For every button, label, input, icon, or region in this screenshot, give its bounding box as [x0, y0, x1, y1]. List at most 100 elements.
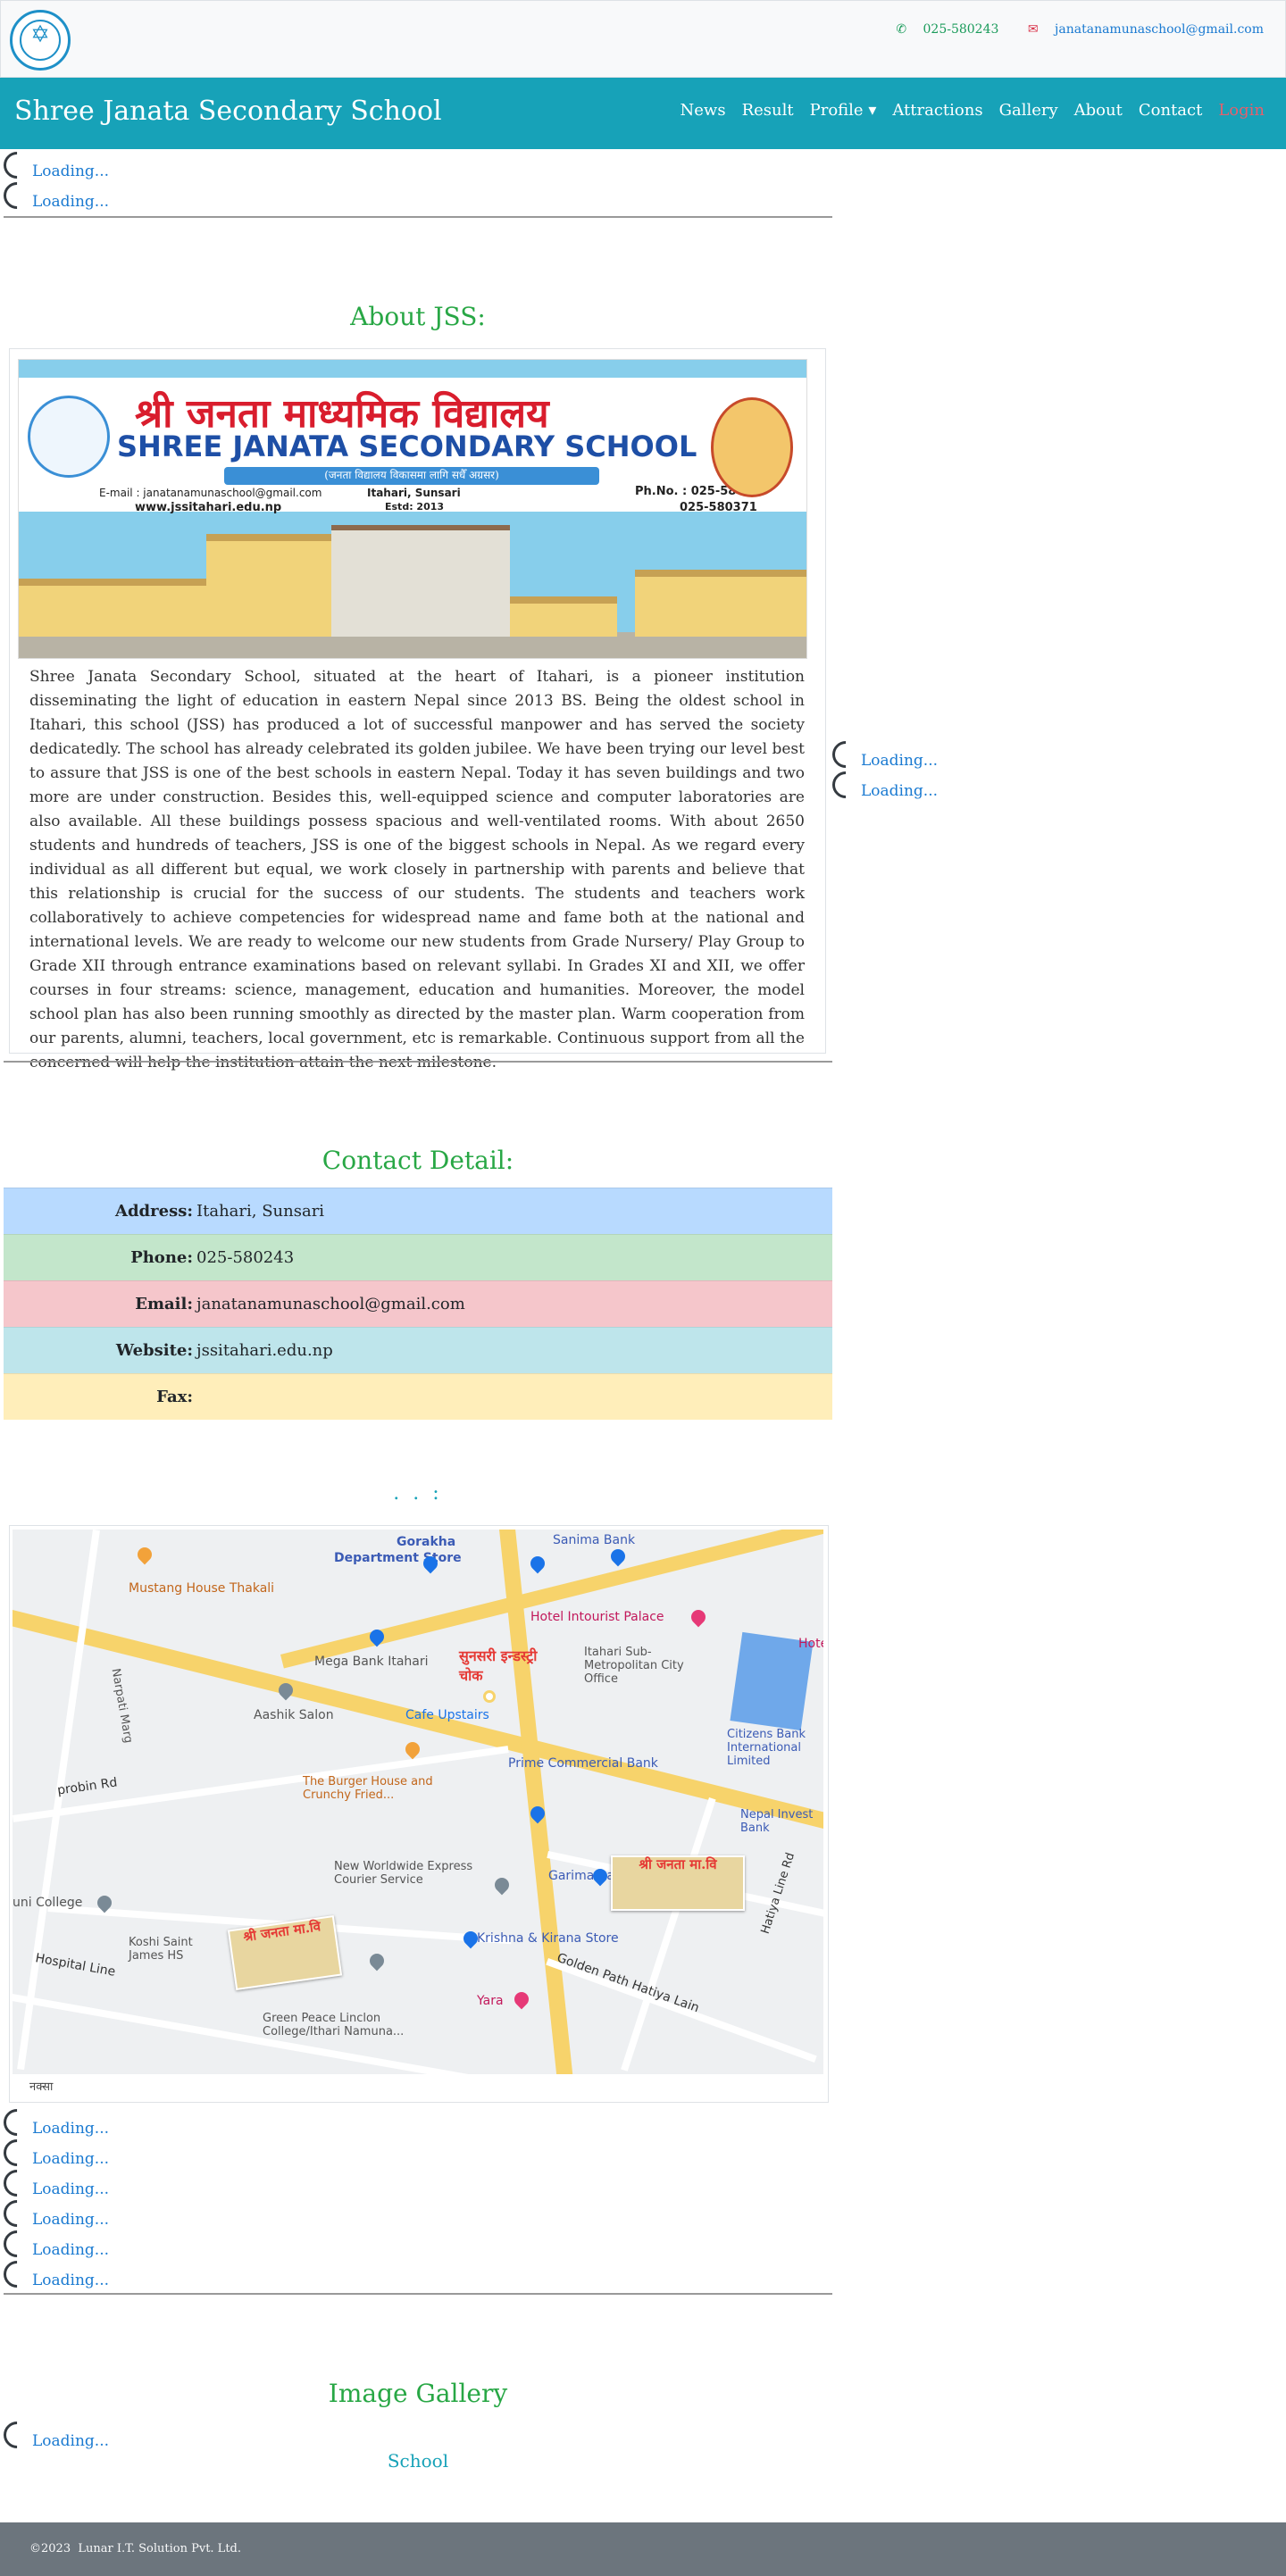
about-title: About JSS: [350, 302, 486, 331]
spinner-icon [0, 176, 37, 215]
loading-indicator: Loading... [0, 2255, 109, 2294]
school-emblem-icon [28, 396, 110, 478]
map-pin-icon[interactable] [134, 1544, 155, 1565]
map-label: probin Rd [56, 1775, 119, 1798]
map-pin-icon[interactable] [511, 1988, 532, 2010]
main-navbar: Shree Janata Secondary School News Resul… [0, 78, 1286, 149]
loading-indicator: Loading... [0, 2194, 109, 2233]
divider [4, 1061, 832, 1063]
map-label: The Burger House and Crunchy Fried... [303, 1775, 433, 1802]
spinner-icon [0, 2224, 37, 2263]
map-street [621, 1797, 716, 2072]
google-map[interactable]: Gorakha Department Store Sanima Bank Mus… [13, 1530, 823, 2074]
map-label: Citizens Bank International Limited [727, 1728, 806, 1768]
login-link[interactable]: Login [1218, 101, 1265, 120]
school-building [19, 579, 206, 637]
nav-item-about[interactable]: About [1074, 101, 1123, 120]
loading-indicator: Loading... [826, 735, 938, 774]
spinner-icon [826, 735, 865, 774]
map-label: Cafe Upstairs [405, 1708, 489, 1722]
banner-location: Itahari, Sunsari [367, 487, 461, 499]
map-pin-icon[interactable] [402, 1738, 423, 1760]
map-pin-icon[interactable] [491, 1874, 513, 1896]
spinner-icon [0, 2194, 37, 2233]
footer-company-link[interactable]: Lunar I.T. Solution Pvt. Ltd. [78, 2542, 241, 2555]
brand-link[interactable]: Shree Janata Secondary School [14, 96, 442, 127]
top-contact: ✆ 025-580243 ✉ janatanamunaschool@gmail.… [871, 22, 1264, 37]
map-label: Mega Bank Itahari [314, 1655, 429, 1669]
school-photo-marker[interactable]: श्री जनता मा.वि [227, 1914, 343, 1991]
map-label: Department Store [334, 1551, 462, 1565]
divider [4, 2293, 832, 2295]
envelope-icon: ✉ [1027, 22, 1039, 37]
star-icon: ✡ [30, 21, 50, 48]
map-caption: नक्सा [29, 2080, 54, 2094]
email-contact[interactable]: ✉ janatanamunaschool@gmail.com [1015, 22, 1264, 37]
contact-row-website: Website: jssitahari.edu.np [4, 1327, 832, 1373]
spinner-icon [0, 2163, 37, 2203]
school-photo-marker[interactable]: श्री जनता मा.वि [611, 1855, 745, 1911]
spinner-icon [0, 146, 37, 185]
map-label: Koshi Saint James HS [129, 1936, 193, 1963]
spinner-icon [0, 2255, 37, 2294]
map-label: Yara [477, 1994, 504, 2008]
banner-english-name: SHREE JANATA SECONDARY SCHOOL [117, 429, 697, 463]
top-bar: ✡ ✆ 025-580243 ✉ janatanamunaschool@gmai… [0, 0, 1286, 78]
nav-menu: News Result Profile ▾ Attractions Galler… [681, 101, 1265, 120]
phone-contact[interactable]: ✆ 025-580243 [883, 22, 998, 37]
loading-indicator: Loading... [0, 2133, 109, 2172]
map-label: Hospital Line [34, 1951, 117, 1980]
loading-indicator: Loading... [0, 176, 109, 215]
map-label: Itahari Sub-Metropolitan City Office [584, 1646, 684, 1686]
map-label: Krishna & Kirana Store [477, 1931, 619, 1946]
map-pin-icon[interactable] [607, 1546, 629, 1567]
map-label: Prime Commercial Bank [508, 1756, 658, 1771]
map-label: Hatiya Line Rd [758, 1851, 798, 1936]
gallery-album-link[interactable]: School [4, 2450, 832, 2472]
loading-indicator: Loading... [0, 2224, 109, 2263]
school-building [635, 570, 806, 637]
banner-header: श्री जनता माध्यमिक विद्यालय SHREE JANATA… [19, 378, 806, 514]
banner-tagline: (जनता विद्यालय विकासमा लागि सधैँ अग्रसर) [224, 467, 599, 485]
spinner-icon [0, 2415, 37, 2455]
divider [4, 216, 832, 218]
map-label: सुनसरी इन्डस्ट्री चोक [459, 1647, 538, 1684]
map-label: Hote [798, 1637, 823, 1651]
school-logo[interactable]: ✡ [10, 10, 71, 71]
map-label: Aashik Salon [254, 1708, 334, 1722]
contact-row-fax: Fax: [4, 1373, 832, 1420]
map-label: New Worldwide Express Courier Service [334, 1860, 473, 1887]
footer-copyright: ©2023 Lunar I.T. Solution Pvt. Ltd. [29, 2542, 241, 2555]
spinner-icon [0, 2133, 37, 2172]
map-street [17, 1530, 100, 2071]
map-label: Nepal Invest Bank [740, 1808, 814, 1835]
loading-indicator: Loading... [0, 2415, 109, 2455]
map-label: Narpati Marg [108, 1667, 136, 1745]
nav-item-news[interactable]: News [681, 101, 726, 120]
map-pin-icon[interactable] [527, 1553, 548, 1574]
map-label: Green Peace Linclon College/Ithari Namun… [263, 2012, 405, 2038]
nav-item-gallery[interactable]: Gallery [999, 101, 1058, 120]
map-label: Sanima Bank [553, 1533, 636, 1547]
contact-row-address: Address: Itahari, Sunsari [4, 1188, 832, 1234]
map-label: uni College [13, 1896, 83, 1910]
nav-item-attractions[interactable]: Attractions [892, 101, 982, 120]
map-pin-icon[interactable] [688, 1606, 709, 1628]
banner-estd: Estd: 2013 [385, 501, 445, 513]
loading-indicator: Loading... [826, 765, 938, 804]
saraswati-image [711, 397, 793, 497]
banner-website: www.jssitahari.edu.np [135, 501, 282, 514]
map-pin-icon[interactable] [366, 1950, 388, 1972]
nav-item-result[interactable]: Result [742, 101, 794, 120]
banner-phone-2: 025-580371 [680, 501, 757, 514]
nav-item-contact[interactable]: Contact [1139, 101, 1202, 120]
spinner-icon [0, 2103, 37, 2142]
loading-indicator: Loading... [0, 2103, 109, 2142]
roundabout-marker [483, 1690, 496, 1703]
map-label: Mustang House Thakali [129, 1581, 275, 1596]
map-label: Hotel Intourist Palace [530, 1610, 664, 1624]
nav-item-profile[interactable]: Profile ▾ [810, 101, 877, 120]
contact-row-email: Email: janatanamunaschool@gmail.com [4, 1280, 832, 1327]
map-label: Gorakha [397, 1535, 456, 1549]
contact-title: Contact Detail: [322, 1146, 514, 1175]
